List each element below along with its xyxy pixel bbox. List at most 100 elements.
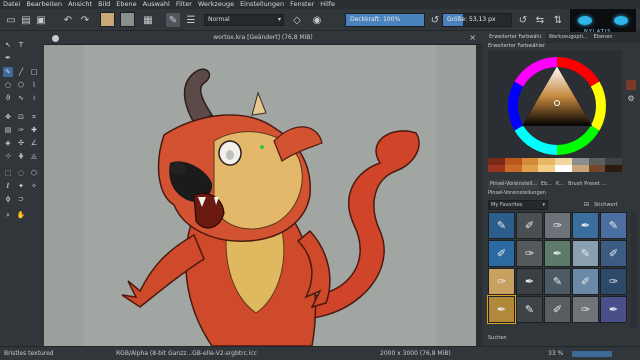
save-icon[interactable]: ▣ — [34, 13, 48, 27]
tab-layers[interactable]: Ebenen — [591, 32, 616, 43]
undo-icon[interactable]: ↶ — [61, 13, 75, 27]
menu-edit[interactable]: Bearbeiten — [23, 0, 65, 9]
hue-ring-triangle[interactable] — [488, 50, 622, 158]
menu-filter[interactable]: Filter — [173, 0, 195, 9]
tab-brush-presets[interactable]: Pinsel-Voreinstell... — [488, 180, 539, 189]
history-color-swatch[interactable] — [538, 165, 555, 172]
menu-view[interactable]: Ansicht — [65, 0, 95, 9]
similar-select-tool-icon[interactable]: ✧ — [29, 181, 39, 191]
status-color-space[interactable]: RGB/Alpha (8-bit Ganzz...GB-elle-V2-srgb… — [116, 350, 257, 357]
history-color-swatch[interactable] — [488, 158, 505, 165]
bezier-select-tool-icon[interactable]: ϕ — [3, 194, 13, 204]
history-color-swatch[interactable] — [605, 165, 622, 172]
rect-select-tool-icon[interactable]: ⬚ — [3, 168, 13, 178]
size-slider[interactable]: Größe: 53,13 px — [442, 13, 512, 27]
gear-icon[interactable]: ⚙ — [624, 94, 638, 103]
history-color-swatch[interactable] — [605, 158, 622, 165]
polyline-tool-icon[interactable]: ⌇ — [29, 80, 39, 90]
menu-window[interactable]: Fenster — [287, 0, 317, 9]
rectangle-tool-icon[interactable]: □ — [29, 67, 39, 77]
brush-preset-thumbnail[interactable]: ✒ — [600, 296, 627, 323]
background-color-swatch[interactable] — [120, 12, 135, 27]
line-tool-icon[interactable]: ╱ — [16, 67, 26, 77]
history-color-swatch[interactable] — [571, 158, 589, 165]
blend-mode-select[interactable]: Normal ▾ — [204, 14, 284, 26]
move-tool-icon[interactable]: ✥ — [3, 112, 13, 122]
redo-icon[interactable]: ↷ — [78, 13, 92, 27]
smart-patch-tool-icon[interactable]: ✚ — [29, 125, 39, 135]
tag-select[interactable]: My Favorites ▾ — [488, 200, 548, 210]
history-color-swatch[interactable] — [521, 165, 539, 172]
ellipse-tool-icon[interactable]: ○ — [3, 80, 13, 90]
brush-preset-thumbnail[interactable]: ✐ — [572, 268, 599, 295]
history-color-swatch[interactable] — [588, 165, 606, 172]
history-color-swatch[interactable] — [504, 165, 522, 172]
new-document-icon[interactable]: ▭ — [4, 13, 18, 27]
history-color-swatch[interactable] — [521, 158, 539, 165]
perspective-grid-tool-icon[interactable]: ◬ — [29, 151, 39, 161]
history-color-swatch[interactable] — [504, 158, 522, 165]
reset-size-icon[interactable]: ↺ — [516, 13, 530, 27]
tab-channels-short[interactable]: K... — [554, 180, 566, 189]
brush-preset-thumbnail[interactable]: ✑ — [488, 268, 515, 295]
zoom-slider[interactable] — [572, 351, 612, 357]
brush-preset-thumbnail[interactable]: ✎ — [600, 212, 627, 239]
select-shapes-tool-icon[interactable]: ↖ — [3, 40, 13, 50]
tag-icon[interactable]: ⊟ — [584, 201, 589, 208]
pattern-icon[interactable]: ▦ — [141, 13, 155, 27]
freehand-brush-tool-icon[interactable]: ✎ — [3, 67, 13, 77]
color-picker-tool-icon[interactable]: ✑ — [16, 125, 26, 135]
brush-preset-thumbnail[interactable]: ✒ — [516, 268, 543, 295]
menu-select[interactable]: Auswahl — [140, 0, 173, 9]
brush-preset-thumbnail[interactable]: ✐ — [488, 240, 515, 267]
brush-preset-thumbnail[interactable]: ✑ — [600, 268, 627, 295]
contiguous-select-tool-icon[interactable]: ✦ — [16, 181, 26, 191]
foreground-color-swatch[interactable] — [100, 12, 115, 27]
measure-tool-icon[interactable]: ∠ — [29, 138, 39, 148]
menu-image[interactable]: Bild — [95, 0, 113, 9]
gradient-tool-icon[interactable]: ▤ — [3, 125, 13, 135]
brush-preset-thumbnail[interactable]: ✐ — [600, 240, 627, 267]
brush-preset-thumbnail[interactable]: ✎ — [516, 296, 543, 323]
tab-brush-preset-history[interactable]: Brush Preset ... — [566, 180, 608, 189]
menu-settings[interactable]: Einstellungen — [237, 0, 287, 9]
assistant-tool-icon[interactable]: ✣ — [16, 138, 26, 148]
brush-preset-thumbnail[interactable]: ✑ — [516, 240, 543, 267]
canvas-vertical-scrollbar[interactable] — [476, 45, 482, 346]
freehand-path-tool-icon[interactable]: ∿ — [16, 93, 26, 103]
reference-tool-icon[interactable]: ⊹ — [3, 151, 13, 161]
mirror-horizontal-icon[interactable]: ⇆ — [533, 13, 547, 27]
brush-preset-thumbnail[interactable]: ✒ — [544, 240, 571, 267]
status-zoom[interactable]: 33 % — [548, 350, 563, 357]
drawing-canvas[interactable] — [44, 45, 476, 346]
brush-preset-thumbnail[interactable]: ✎ — [488, 212, 515, 239]
reset-opacity-icon[interactable]: ↺ — [428, 13, 442, 27]
tab-advanced-color-selector[interactable]: Erweiterter Farbwähl. — [486, 32, 546, 43]
edit-brush-settings-icon[interactable]: ☰ — [184, 13, 198, 27]
close-icon[interactable]: × — [469, 33, 476, 42]
open-folder-icon[interactable]: ▤ — [19, 13, 33, 27]
opacity-slider[interactable]: Deckkraft: 100% — [345, 13, 425, 27]
pan-tool-icon[interactable]: ✋ — [16, 210, 26, 220]
brush-preset-thumbnail[interactable]: ✒ — [487, 295, 516, 324]
brush-preset-thumbnail[interactable]: ✑ — [572, 296, 599, 323]
history-color-swatch[interactable] — [571, 165, 589, 172]
transform-tool-icon[interactable]: ⊡ — [16, 112, 26, 122]
crop-tool-icon[interactable]: ⌗ — [29, 112, 39, 122]
fill-tool-icon[interactable]: ◈ — [3, 138, 13, 148]
menu-layer[interactable]: Ebene — [113, 0, 139, 9]
ellipse-select-tool-icon[interactable]: ◌ — [16, 168, 26, 178]
menu-tools[interactable]: Werkzeuge — [195, 0, 237, 9]
history-color-swatch[interactable] — [538, 158, 555, 165]
tab-tool-options[interactable]: Werkzeugopti... — [546, 32, 591, 43]
document-tab[interactable]: wortox.kra [Geändert] (76,8 MiB) × — [44, 32, 482, 45]
history-color-swatch[interactable] — [488, 165, 505, 172]
preserve-alpha-icon[interactable]: ◉ — [310, 13, 324, 27]
polygon-tool-icon[interactable]: ⬠ — [16, 80, 26, 90]
freehand-select-tool-icon[interactable]: ℓ — [3, 181, 13, 191]
calligraphy-tool-icon[interactable]: ✒ — [3, 53, 13, 63]
menu-help[interactable]: Hilfe — [317, 0, 338, 9]
brush-preset-thumbnail[interactable]: ✒ — [572, 212, 599, 239]
zoom-tool-icon[interactable]: ⌕ — [3, 210, 13, 220]
polygon-select-tool-icon[interactable]: ⬡ — [29, 168, 39, 178]
